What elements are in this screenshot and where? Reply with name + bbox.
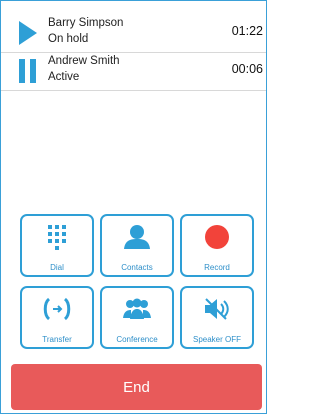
call-screen: Barry Simpson On hold 01:22 Andrew Smith… [0, 0, 267, 414]
dial-label: Dial [50, 263, 64, 272]
speaker-icon [182, 294, 252, 324]
transfer-label: Transfer [42, 335, 72, 344]
conference-icon [102, 294, 172, 324]
caller-name: Andrew Smith [48, 55, 120, 67]
record-button[interactable]: Record [180, 214, 254, 277]
contacts-label: Contacts [121, 263, 153, 272]
speaker-label: Speaker OFF [192, 335, 241, 344]
call-duration: 00:06 [231, 62, 263, 76]
end-call-button[interactable]: End [11, 364, 262, 410]
record-icon [182, 222, 252, 252]
end-label: End [123, 378, 150, 396]
call-row-active[interactable]: Andrew Smith Active 00:06 [1, 52, 266, 91]
contacts-button[interactable]: Contacts [100, 214, 174, 277]
conference-button[interactable]: Conference [100, 286, 174, 349]
transfer-button[interactable]: Transfer [20, 286, 94, 349]
play-icon[interactable] [18, 20, 38, 46]
dialpad-icon [22, 222, 92, 252]
caller-name: Barry Simpson [48, 17, 124, 29]
conference-label: Conference [116, 335, 158, 344]
call-status: Active [48, 71, 80, 83]
contact-icon [102, 222, 172, 252]
record-label: Record [204, 263, 230, 272]
call-status: On hold [48, 33, 89, 45]
call-duration: 01:22 [231, 24, 263, 38]
speaker-button[interactable]: Speaker OFF [180, 286, 254, 349]
call-row-on-hold[interactable]: Barry Simpson On hold 01:22 [1, 14, 266, 53]
transfer-icon [22, 294, 92, 324]
dial-button[interactable]: Dial [20, 214, 94, 277]
pause-icon[interactable] [18, 58, 38, 84]
